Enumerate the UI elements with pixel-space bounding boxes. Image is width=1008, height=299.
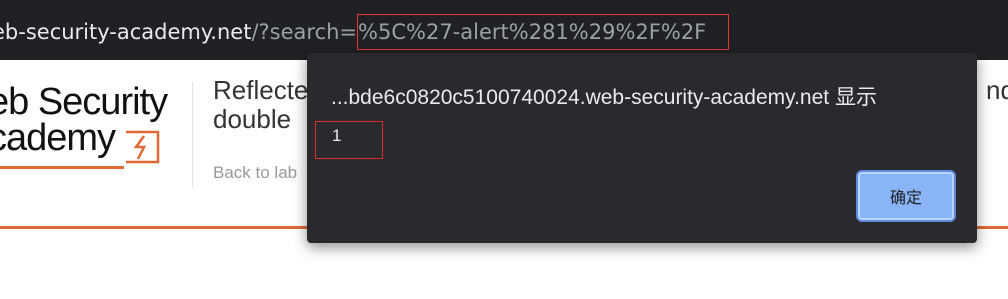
lab-title-fragment: nd xyxy=(986,75,1008,105)
logo-underline xyxy=(0,166,124,169)
address-bar[interactable]: eb-security-academy.net/?search=%5C%27-a… xyxy=(0,0,1008,60)
alert-title: ...bde6c0820c5100740024.web-security-aca… xyxy=(331,86,877,109)
url-text[interactable]: eb-security-academy.net/?search=%5C%27-a… xyxy=(0,14,730,50)
header-divider xyxy=(192,82,193,188)
lightning-icon xyxy=(126,130,160,164)
alert-message: 1 xyxy=(332,126,342,145)
alert-message-box: 1 xyxy=(315,121,383,159)
alert-dialog: ...bde6c0820c5100740024.web-security-aca… xyxy=(307,53,977,243)
url-path: /?search= xyxy=(251,20,358,44)
lab-title: Reflecte double xyxy=(213,76,308,134)
lab-title-line2: double xyxy=(213,104,292,134)
ok-button[interactable]: 确定 xyxy=(858,172,954,220)
url-search-param: %5C%27-alert%281%29%2F%2F xyxy=(357,14,730,50)
back-to-lab-link[interactable]: Back to lab xyxy=(213,163,297,183)
url-host: eb-security-academy.net xyxy=(0,20,252,44)
lab-title-line1: Reflecte xyxy=(213,75,309,105)
